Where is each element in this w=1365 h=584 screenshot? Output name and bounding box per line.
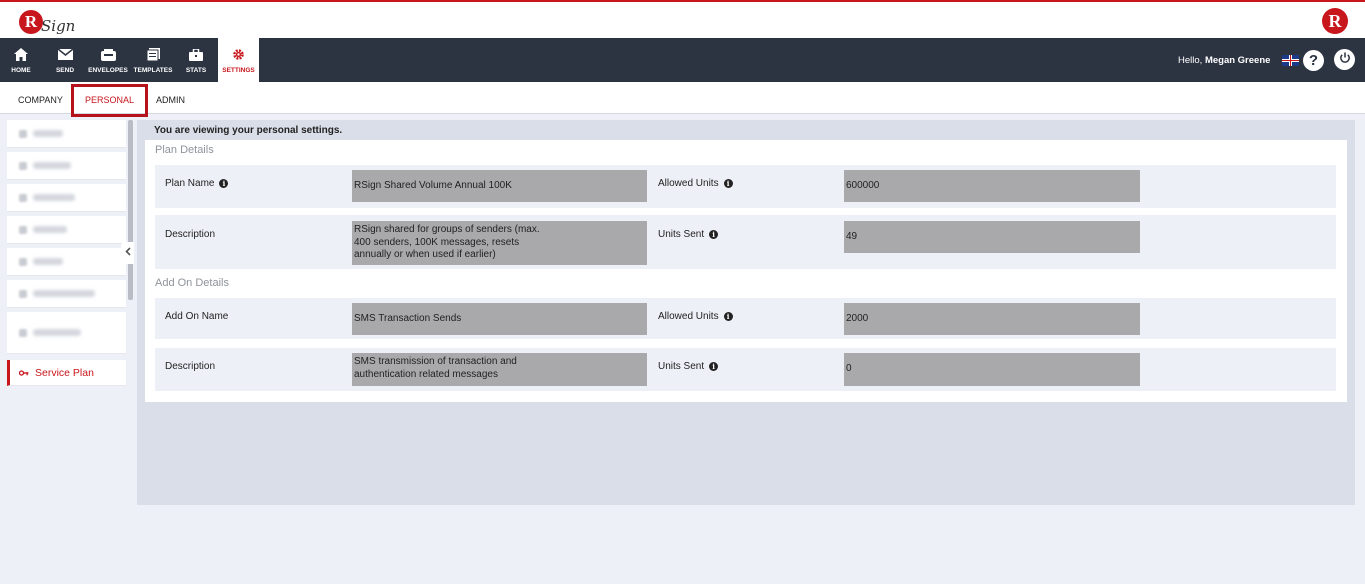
allowed-units-field: 600000 [844,170,1140,202]
home-icon [13,47,29,63]
logout-button[interactable] [1334,49,1355,70]
tab-company[interactable]: COMPANY [18,95,63,105]
nav-stats[interactable]: STATS [181,38,211,82]
addon-description-label: Description [165,361,216,372]
description-label: Description [165,229,216,240]
user-greeting: Hello, Megan Greene [1178,55,1270,66]
plan-name-field: RSign Shared Volume Annual 100K [352,170,647,202]
nav-home-label: HOME [11,66,31,74]
nav-templates-label: TEMPLATES [133,66,173,74]
sidebar-item-blurred[interactable] [7,312,126,354]
description-line: SMS transmission of transaction and [354,356,517,367]
nav-send[interactable]: SEND [50,38,80,82]
settings-subtabs: COMPANY PERSONAL ADMIN [0,82,1365,114]
inbox-icon [100,47,116,63]
nav-home[interactable]: HOME [6,38,36,82]
plan-description-field: RSign shared for groups of senders (max.… [352,221,647,265]
addon-details-heading: Add On Details [155,277,229,289]
envelope-icon [57,47,73,63]
plan-details-heading: Plan Details [155,144,214,156]
nav-settings[interactable]: SETTINGS [218,38,259,82]
addon-allowed-units-label: Allowed Units i [658,311,733,322]
brand-bar: R Sign R [0,0,1365,38]
description-line: 400 senders, 100K messages, resets [354,236,520,248]
rsign-logo[interactable]: R Sign [19,7,75,37]
addon-units-sent-field: 0 [844,353,1140,386]
logo-word: Sign [41,17,76,35]
gear-icon [231,47,247,63]
tab-admin[interactable]: ADMIN [156,95,185,105]
user-name: Megan Greene [1204,55,1271,66]
collapse-sidebar-button[interactable] [121,242,134,264]
info-icon[interactable]: i [219,179,229,188]
info-icon[interactable]: i [723,312,733,321]
units-sent-label: Units Sent i [658,229,719,240]
sidebar-item-blurred[interactable] [7,248,126,276]
info-icon[interactable]: i [723,179,733,188]
nav-templates[interactable]: TEMPLATES [131,38,175,82]
viewing-notice: You are viewing your personal settings. [154,125,343,136]
description-line: RSign shared for groups of senders (max. [354,224,540,235]
document-icon [145,47,161,63]
addon-units-sent-label-text: Units Sent [658,361,705,372]
sidebar-item-blurred[interactable] [7,216,126,244]
briefcase-icon [188,47,204,63]
addon-allowed-units-field: 2000 [844,303,1140,335]
uk-flag-icon[interactable] [1282,55,1299,66]
sidebar-scrollbar[interactable] [128,120,133,300]
greeting-prefix: Hello, [1178,55,1205,66]
allowed-units-label-text: Allowed Units [658,178,719,189]
addon-name-label: Add On Name [165,311,229,322]
info-icon[interactable]: i [709,362,719,371]
description-line: annually or when used if earlier) [354,249,496,260]
rpost-logo: R [1322,8,1348,34]
allowed-units-label: Allowed Units i [658,178,733,189]
plan-name-row [155,165,1336,208]
power-icon [1339,51,1351,69]
sidebar-item-label: Service Plan [35,366,94,379]
plan-description-row [155,215,1336,269]
sidebar-item-blurred[interactable] [7,120,126,148]
sidebar-item-blurred[interactable] [7,184,126,212]
nav-envelopes[interactable]: ENVELOPES [86,38,130,82]
settings-sidebar: Service Plan [7,120,133,388]
description-line: authentication related messages [354,368,498,380]
addon-name-row [155,298,1336,339]
plan-name-label: Plan Name i [165,178,229,189]
info-icon[interactable]: i [709,230,719,239]
help-button[interactable]: ? [1303,50,1324,71]
addon-units-sent-label: Units Sent i [658,361,719,372]
addon-description-field: SMS transmission of transaction and auth… [352,353,647,386]
chevron-left-icon [124,247,131,259]
personal-tab-highlight [71,84,148,117]
sidebar-item-blurred[interactable] [7,280,126,308]
units-sent-field: 49 [844,221,1140,253]
sidebar-item-blurred[interactable] [7,152,126,180]
units-sent-label-text: Units Sent [658,229,705,240]
logo-letter: R [19,10,43,34]
nav-stats-label: STATS [185,66,207,74]
key-icon [19,369,29,377]
addon-description-row [155,348,1336,391]
nav-envelopes-label: ENVELOPES [88,66,128,74]
plan-name-label-text: Plan Name [165,178,215,189]
addon-name-field: SMS Transaction Sends [352,303,647,335]
main-nav: HOME SEND ENVELOPES TEMPLATES STATS SETT… [0,38,1365,82]
nav-settings-label: SETTINGS [222,66,255,74]
addon-allowed-units-label-text: Allowed Units [658,311,719,322]
sidebar-item-service-plan[interactable]: Service Plan [7,360,126,386]
nav-send-label: SEND [55,66,75,74]
